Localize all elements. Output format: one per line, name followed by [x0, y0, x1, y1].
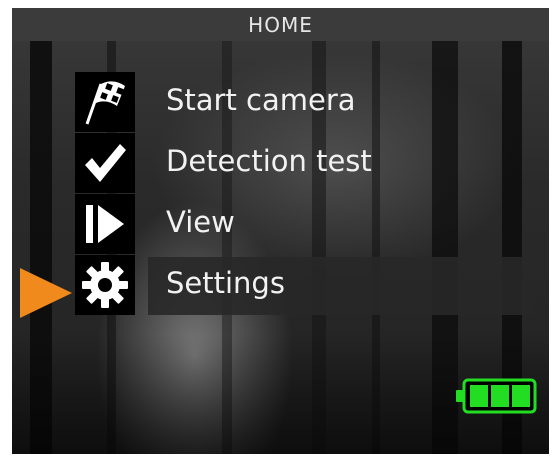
battery-cell [470, 385, 488, 407]
menu-item-settings[interactable]: Settings [12, 255, 549, 315]
menu-item-label: Settings [166, 266, 285, 300]
battery-cell [491, 385, 509, 407]
menu-item-label: View [166, 205, 235, 239]
checkered-flag-icon [75, 72, 135, 132]
checkmark-icon [75, 133, 135, 193]
selection-pointer-icon [20, 268, 72, 318]
menu-item-start-camera[interactable]: Start camera [12, 72, 549, 132]
battery-cell [512, 385, 530, 407]
battery-icon [456, 378, 537, 414]
gear-icon [75, 255, 135, 315]
menu-item-label: Start camera [166, 83, 356, 117]
menu-item-label: Detection test [166, 144, 372, 178]
play-icon [75, 194, 135, 254]
menu-item-view[interactable]: View [12, 194, 549, 254]
camera-screen: HOME Start camera Detection test View Se… [12, 8, 549, 454]
menu-item-detection-test[interactable]: Detection test [12, 133, 549, 193]
